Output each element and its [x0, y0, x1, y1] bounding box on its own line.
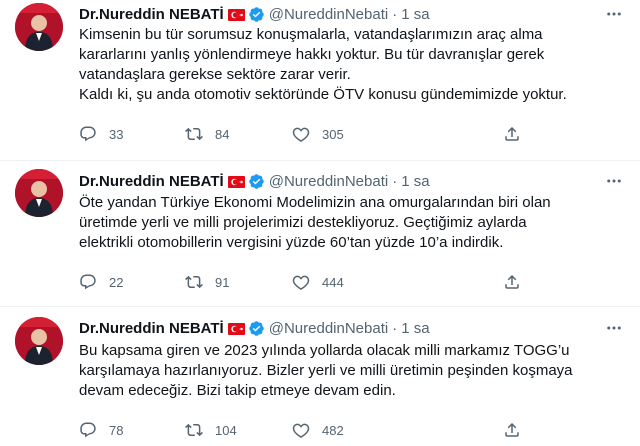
- avatar[interactable]: [15, 169, 63, 217]
- tweet-text: Kimsenin bu tür sorumsuz konuşmalarla, v…: [79, 25, 624, 105]
- retweet-icon: [185, 423, 203, 437]
- share-icon: [505, 126, 519, 141]
- tweet-header: Dr.Nureddin NEBATİ @NureddinNebati · 1 s…: [79, 318, 430, 338]
- retweet-button[interactable]: 84: [185, 124, 229, 144]
- turkey-flag-icon: [227, 8, 245, 21]
- timestamp[interactable]: 1 sa: [401, 6, 429, 23]
- tweet-line: Bu kapsama giren ve 2023 yılında yollard…: [79, 342, 570, 359]
- tweet-3[interactable]: Dr.Nureddin NEBATİ @NureddinNebati · 1 s…: [0, 307, 640, 446]
- reply-button[interactable]: 33: [79, 124, 123, 144]
- avatar[interactable]: [15, 3, 63, 51]
- verified-badge-icon: [248, 173, 265, 190]
- reply-count: 22: [109, 274, 124, 290]
- tweet-line: karşılamaya hazırlanıyoruz. Bizler yerli…: [79, 362, 573, 379]
- heart-icon: [292, 275, 310, 290]
- display-name[interactable]: Dr.Nureddin NEBATİ: [79, 320, 224, 337]
- tweet-line: Öte yandan Türkiye Ekonomi Modelimizin a…: [79, 194, 551, 211]
- separator: ·: [392, 5, 398, 23]
- more-icon[interactable]: [604, 318, 624, 338]
- retweet-count: 104: [215, 422, 237, 438]
- turkey-flag-icon: [227, 175, 245, 188]
- tweet-2[interactable]: Dr.Nureddin NEBATİ @NureddinNebati · 1 s…: [0, 161, 640, 306]
- share-icon: [505, 274, 519, 289]
- more-icon[interactable]: [604, 171, 624, 191]
- tweet-line: Kaldı ki, şu anda otomotiv sektöründe ÖT…: [79, 86, 567, 103]
- like-count: 305: [322, 126, 344, 142]
- like-button[interactable]: 482: [292, 420, 344, 440]
- tweet-actions: 78 104 482: [79, 420, 549, 440]
- retweet-button[interactable]: 104: [185, 420, 237, 440]
- like-count: 482: [322, 422, 344, 438]
- timestamp[interactable]: 1 sa: [401, 320, 429, 337]
- retweet-icon: [185, 127, 203, 141]
- tweet-text: Bu kapsama giren ve 2023 yılında yollard…: [79, 341, 624, 401]
- more-icon[interactable]: [604, 4, 624, 24]
- retweet-count: 91: [215, 274, 230, 290]
- display-name[interactable]: Dr.Nureddin NEBATİ: [79, 173, 224, 190]
- reply-button[interactable]: 78: [79, 420, 123, 440]
- tweet-actions: 22 91 444: [79, 272, 549, 292]
- handle[interactable]: @NureddinNebati: [269, 320, 388, 337]
- share-button[interactable]: [503, 420, 521, 440]
- handle[interactable]: @NureddinNebati: [269, 173, 388, 190]
- heart-icon: [292, 423, 310, 438]
- tweet-line: devam edeceğiz. Bizi takip etmeye devam …: [79, 382, 396, 399]
- reply-icon: [80, 422, 96, 438]
- separator: ·: [392, 319, 398, 337]
- tweet-actions: 33 84 305: [79, 124, 549, 144]
- tweet-header: Dr.Nureddin NEBATİ @NureddinNebati · 1 s…: [79, 171, 430, 191]
- display-name[interactable]: Dr.Nureddin NEBATİ: [79, 6, 224, 23]
- retweet-icon: [185, 275, 203, 289]
- handle[interactable]: @NureddinNebati: [269, 6, 388, 23]
- retweet-count: 84: [215, 126, 230, 142]
- heart-icon: [292, 127, 310, 142]
- tweet-line: üretimde yerli ve milli projelerimizi de…: [79, 214, 527, 231]
- like-button[interactable]: 305: [292, 124, 344, 144]
- avatar[interactable]: [15, 317, 63, 365]
- tweet-line: kararlarını yanlış yönlendirmeye hakkı y…: [79, 46, 545, 63]
- turkey-flag-icon: [227, 322, 245, 335]
- tweet-line: vatandaşlara gerekse sektöre zarar verir…: [79, 66, 351, 83]
- reply-count: 78: [109, 422, 124, 438]
- reply-button[interactable]: 22: [79, 272, 123, 292]
- tweet-text: Öte yandan Türkiye Ekonomi Modelimizin a…: [79, 193, 624, 253]
- reply-count: 33: [109, 126, 124, 142]
- share-button[interactable]: [503, 272, 521, 292]
- retweet-button[interactable]: 91: [185, 272, 229, 292]
- verified-badge-icon: [248, 6, 265, 23]
- timestamp[interactable]: 1 sa: [401, 173, 429, 190]
- reply-icon: [80, 274, 96, 290]
- reply-icon: [80, 126, 96, 142]
- like-count: 444: [322, 274, 344, 290]
- share-icon: [505, 422, 519, 437]
- share-button[interactable]: [503, 124, 521, 144]
- tweet-1[interactable]: Dr.Nureddin NEBATİ @NureddinNebati · 1 s…: [0, 0, 640, 160]
- tweet-line: Kimsenin bu tür sorumsuz konuşmalarla, v…: [79, 26, 543, 43]
- like-button[interactable]: 444: [292, 272, 344, 292]
- verified-badge-icon: [248, 320, 265, 337]
- tweet-header: Dr.Nureddin NEBATİ @NureddinNebati · 1 s…: [79, 4, 430, 24]
- separator: ·: [392, 172, 398, 190]
- tweet-line: elektrikli otomobillerin vergisini yüzde…: [79, 234, 504, 251]
